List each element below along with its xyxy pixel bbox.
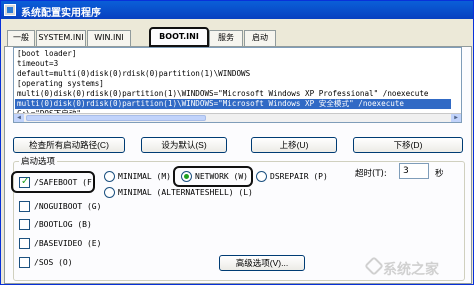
boot-ini-line[interactable]: [operating systems]: [17, 79, 104, 89]
tab-startup[interactable]: 启动: [244, 30, 276, 46]
timeout-unit: 秒: [435, 169, 444, 179]
tab-services[interactable]: 服务: [209, 30, 243, 46]
bootlog-checkbox[interactable]: [19, 219, 30, 230]
alternateshell-radio[interactable]: [104, 187, 115, 198]
noguiboot-checkbox[interactable]: [19, 201, 30, 212]
app-icon: [4, 4, 16, 16]
scroll-right-icon[interactable]: ▶: [451, 114, 461, 122]
minimal-label: MINIMAL (M): [118, 172, 171, 181]
sos-checkbox[interactable]: [19, 257, 30, 268]
set-default-button[interactable]: 设为默认(S): [141, 137, 227, 153]
boot-ini-line-selected[interactable]: multi(0)disk(0)rdisk(0)partition(1)\WIND…: [15, 99, 451, 109]
basevideo-checkbox[interactable]: [19, 238, 30, 249]
boot-ini-line[interactable]: multi(0)disk(0)rdisk(0)partition(1)\WIND…: [17, 89, 428, 99]
tab-win-ini[interactable]: WIN.INI: [87, 30, 131, 46]
boot-ini-line[interactable]: timeout=3: [17, 59, 58, 69]
horizontal-scrollbar[interactable]: ◀ ▶: [14, 113, 461, 122]
minimal-radio[interactable]: [104, 171, 115, 182]
network-radio[interactable]: [181, 171, 192, 182]
boot-ini-line[interactable]: default=multi(0)disk(0)rdisk(0)partition…: [17, 69, 250, 79]
boot-ini-line[interactable]: [boot loader]: [17, 49, 76, 59]
tab-boot-ini[interactable]: BOOT.INI: [149, 27, 209, 47]
basevideo-label: /BASEVIDEO (E): [34, 239, 102, 248]
alternateshell-label: MINIMAL (ALTERNATESHELL) (L): [118, 188, 253, 197]
dsrepair-label: DSREPAIR (P): [270, 172, 328, 181]
scroll-left-icon[interactable]: ◀: [14, 114, 24, 122]
move-up-button[interactable]: 上移(U): [251, 137, 337, 153]
sos-label: /SOS (O): [34, 258, 73, 267]
tab-bar: 一般 SYSTEM.INI WIN.INI BOOT.INI 服务 启动: [5, 27, 474, 47]
tab-general[interactable]: 一般: [7, 30, 35, 46]
move-down-button[interactable]: 下移(D): [353, 137, 463, 153]
bootlog-label: /BOOTLOG (B): [34, 220, 92, 229]
check-all-boot-paths-button[interactable]: 检查所有启动路径(C): [13, 137, 125, 153]
safeboot-label: /SAFEBOOT (F): [34, 178, 97, 187]
advanced-options-button[interactable]: 高级选项(V)...: [219, 255, 305, 271]
tab-system-ini[interactable]: SYSTEM.INI: [36, 30, 86, 46]
boot-ini-listbox[interactable]: [boot loader] timeout=3 default=multi(0)…: [13, 47, 462, 123]
title-bar[interactable]: 系统配置实用程序: [1, 1, 473, 19]
network-label: NETWORK (W): [195, 172, 248, 181]
safeboot-checkbox[interactable]: [19, 176, 30, 188]
scroll-thumb[interactable]: [26, 115, 206, 121]
timeout-input[interactable]: 3: [399, 163, 429, 179]
system-config-window: 系统配置实用程序 一般 SYSTEM.INI WIN.INI BOOT.INI …: [0, 0, 474, 285]
timeout-label: 超时(T):: [355, 169, 387, 179]
watermark-text: 系统之家: [383, 262, 439, 278]
boot-options-label: 启动选项: [19, 155, 58, 167]
dsrepair-radio[interactable]: [256, 171, 267, 182]
noguiboot-label: /NOGUIBOOT (G): [34, 202, 102, 211]
window-title: 系统配置实用程序: [21, 8, 101, 19]
